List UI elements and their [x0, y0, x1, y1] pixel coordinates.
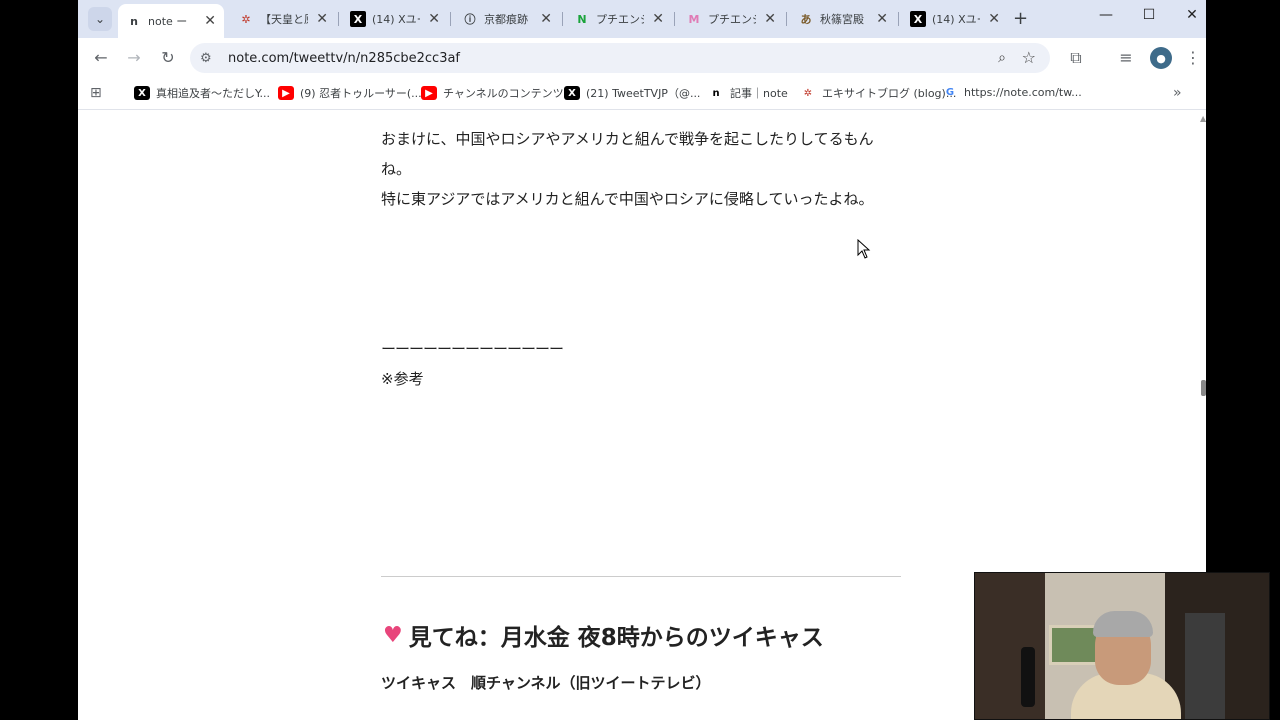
tab-title: プチエンジ	[596, 13, 644, 26]
google-icon: G	[945, 86, 955, 98]
tab-title: 秋篠宮殿	[820, 13, 864, 26]
note-icon: n	[130, 14, 138, 28]
new-tab-icon[interactable]: +	[1013, 8, 1028, 29]
webcam-microphone	[1021, 647, 1035, 707]
toolbar: ← → ↻ ⚙ note.com/tweettv/n/n285cbe2cc3af…	[78, 38, 1206, 78]
close-icon[interactable]: ✕	[316, 11, 328, 27]
bookmark-label: チャンネルのコンテンツ...	[443, 87, 575, 100]
tab-title: note ー	[148, 15, 188, 28]
x-icon: X	[564, 86, 580, 100]
scroll-up-icon[interactable]: ▲	[1200, 114, 1206, 123]
tab-separator	[562, 12, 563, 26]
reload-icon[interactable]: ↻	[157, 48, 179, 67]
bookmark-star-icon[interactable]: ☆	[1022, 48, 1036, 67]
bookmark-item[interactable]: X (21) TweetTVJP（@...	[564, 85, 700, 101]
close-icon[interactable]: ✕	[428, 11, 440, 27]
tab-title: 【天皇と原	[260, 13, 308, 26]
tab-title: プチエンジ	[708, 13, 756, 26]
menu-kebab-icon[interactable]: ⋮	[1182, 48, 1204, 67]
site-icon: あ	[800, 13, 812, 26]
bookmark-item[interactable]: X 真相追及者〜ただしY...	[134, 85, 270, 101]
minimize-icon[interactable]: —	[1092, 7, 1120, 23]
webcam-painting	[1049, 625, 1099, 665]
tab-separator	[450, 12, 451, 26]
m-pink-icon: M	[688, 12, 700, 26]
extensions-icon[interactable]: ⧉	[1065, 48, 1087, 68]
excite-icon: ✲	[803, 87, 813, 99]
bookmark-item[interactable]: G https://note.com/tw...	[942, 85, 1082, 99]
bookmark-label: (9) 忍者トゥルーサー(...	[300, 87, 422, 100]
apps-grid-icon[interactable]: ⊞	[90, 85, 102, 101]
bookmark-label: 真相追及者〜ただしY...	[156, 87, 270, 100]
address-bar[interactable]: ⚙ note.com/tweettv/n/n285cbe2cc3af ⌕ ☆	[190, 43, 1050, 73]
tab-petit-n[interactable]: N プチエンジ ✕	[566, 5, 672, 33]
media-playlist-icon[interactable]: ≡	[1115, 48, 1137, 67]
section-heading: ♥ 見てね：月水金 夜8時からのツイキャス	[383, 618, 824, 652]
maximize-icon[interactable]: ☐	[1135, 7, 1163, 23]
tab-excite[interactable]: ✲ 【天皇と原 ✕	[230, 5, 336, 33]
more-bookmarks-chevron-icon[interactable]: »	[1173, 85, 1182, 101]
zoom-icon[interactable]: ⌕	[998, 50, 1006, 66]
tab-separator	[674, 12, 675, 26]
tab-title: 京都痕跡	[484, 13, 528, 26]
section-subheading: ツイキャス 順チャンネル（旧ツイートテレビ）	[381, 674, 711, 692]
x-icon: X	[910, 11, 926, 27]
tab-x-1[interactable]: X (14) Xユー ✕	[342, 5, 448, 33]
bookmark-item[interactable]: ✲ エキサイトブログ (blog)...	[800, 85, 957, 101]
webcam-overlay	[974, 572, 1270, 720]
close-icon[interactable]: ✕	[764, 11, 776, 27]
tab-title: (14) Xユー	[932, 13, 980, 26]
tab-separator	[338, 12, 339, 26]
x-icon: X	[350, 11, 366, 27]
horizontal-rule	[381, 576, 901, 577]
close-icon[interactable]: ✕	[652, 11, 664, 27]
excite-icon: ✲	[241, 12, 251, 26]
heart-icon: ♥	[383, 622, 403, 648]
bookmark-label: (21) TweetTVJP（@...	[586, 87, 701, 100]
forward-arrow-icon[interactable]: →	[123, 48, 145, 67]
section-heading-text: 見てね：月水金 夜8時からのツイキャス	[408, 625, 824, 651]
bookmark-label: エキサイトブログ (blog)...	[822, 87, 957, 100]
url-text[interactable]: note.com/tweettv/n/n285cbe2cc3af	[228, 51, 460, 66]
scrollbar-thumb[interactable]	[1201, 380, 1206, 396]
site-settings-icon[interactable]: ⚙	[200, 51, 218, 66]
tab-separator	[786, 12, 787, 26]
tab-strip: ⌄ n note ー ✕ ✲ 【天皇と原 ✕ X (14) Xユー ✕ ⓘ 京都…	[78, 0, 1206, 38]
bookmark-item[interactable]: ▶ (9) 忍者トゥルーサー(...	[278, 85, 422, 101]
bookmark-item[interactable]: n 記事｜note	[708, 85, 788, 101]
tab-kyoto[interactable]: ⓘ 京都痕跡 ✕	[454, 5, 560, 33]
note-icon: n	[712, 87, 720, 99]
article-paragraph: おまけに、中国やロシアやアメリカと組んで戦争を起こしたりしてるもん	[381, 130, 874, 148]
bookmark-label: https://note.com/tw...	[964, 85, 1082, 99]
profile-avatar[interactable]: ●	[1150, 47, 1172, 69]
tab-x-2[interactable]: X (14) Xユー ✕	[902, 5, 1008, 33]
article-paragraph: ね。	[381, 160, 412, 178]
tab-akishino[interactable]: あ 秋篠宮殿 ✕	[790, 5, 896, 33]
tab-note[interactable]: n note ー ✕	[118, 4, 224, 38]
reference-label: ※参考	[381, 370, 424, 388]
bookmark-item[interactable]: ▶ チャンネルのコンテンツ...	[421, 85, 574, 101]
back-arrow-icon[interactable]: ←	[90, 48, 112, 67]
tab-petit-m[interactable]: M プチエンジ ✕	[678, 5, 784, 33]
youtube-icon: ▶	[278, 86, 294, 100]
article-paragraph: 特に東アジアではアメリカと組んで中国やロシアに侵略していったよね。	[381, 190, 874, 208]
webcam-chair	[1185, 613, 1225, 719]
close-icon[interactable]: ✕	[876, 11, 888, 27]
tab-title: (14) Xユー	[372, 13, 420, 26]
mouse-cursor-icon	[857, 239, 871, 259]
close-icon[interactable]: ✕	[988, 11, 1000, 27]
bookmarks-bar: ⊞ X 真相追及者〜ただしY... ▶ (9) 忍者トゥルーサー(... ▶ チ…	[78, 78, 1206, 110]
dash-separator: ーーーーーーーーーーーーー	[381, 340, 564, 358]
info-icon: ⓘ	[464, 13, 476, 26]
x-icon: X	[134, 86, 150, 100]
n-green-icon: N	[577, 12, 587, 26]
close-icon[interactable]: ✕	[540, 11, 552, 27]
webcam-person-hair	[1093, 611, 1153, 637]
tab-separator	[898, 12, 899, 26]
close-icon[interactable]: ✕	[204, 13, 216, 29]
youtube-icon: ▶	[421, 86, 437, 100]
close-window-icon[interactable]: ✕	[1178, 7, 1206, 23]
tab-search-chevron-icon[interactable]: ⌄	[88, 7, 112, 31]
bookmark-label: 記事｜note	[730, 87, 788, 100]
